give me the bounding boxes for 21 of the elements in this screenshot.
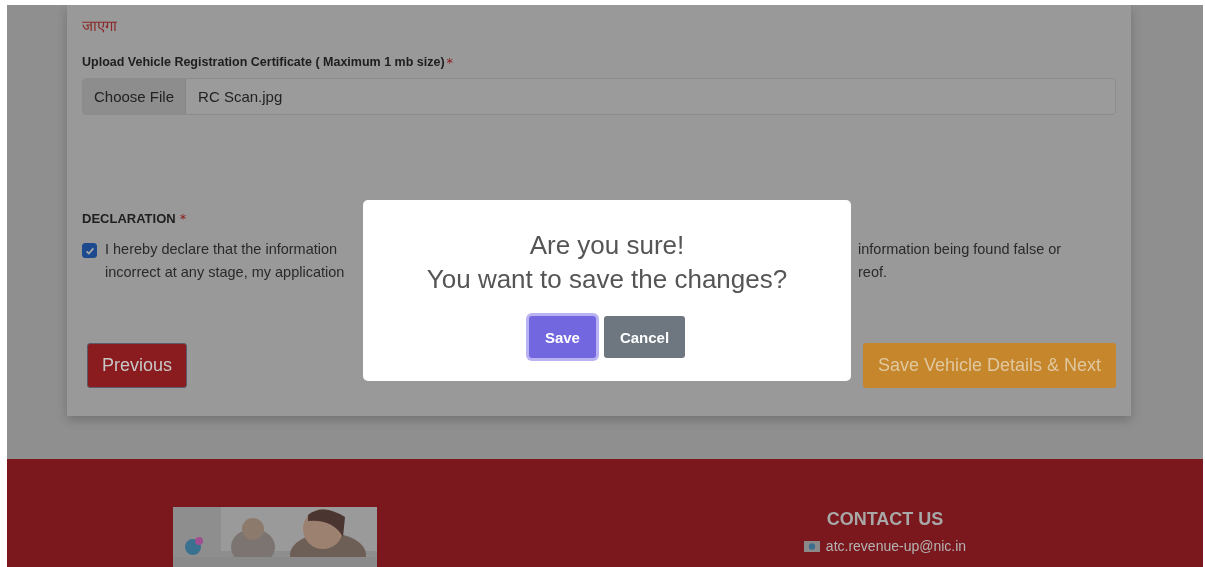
- contact-heading: CONTACT US: [826, 509, 944, 530]
- dialog-title: Are you sure!: [529, 229, 685, 262]
- file-name: RC Scan.jpg: [197, 87, 284, 107]
- declaration-text: reof.: [858, 263, 888, 282]
- checkbox[interactable]: [82, 243, 97, 258]
- previous-button[interactable]: Previous: [87, 343, 188, 388]
- required-mark: *: [446, 55, 454, 70]
- dialog-message: You want to save the changes?: [426, 263, 788, 296]
- declaration-heading: DECLARATION: [82, 211, 176, 226]
- save-button[interactable]: Save: [528, 316, 596, 358]
- note-text: जाएगा: [82, 16, 118, 37]
- declaration-text: incorrect at any stage, my application: [105, 263, 346, 282]
- choose-file-button[interactable]: Choose File: [83, 79, 187, 114]
- required-mark: *: [179, 211, 187, 226]
- email-icon: [803, 540, 820, 552]
- file-input-field[interactable]: Choose File RC Scan.jpg: [82, 78, 1116, 115]
- cancel-button[interactable]: Cancel: [603, 316, 686, 358]
- email-link[interactable]: atc.revenue-up@nic.in: [825, 538, 967, 554]
- upload-label: Upload Vehicle Registration Certificate ( Maximum 1 mb size): [82, 55, 445, 70]
- declaration-text: I hereby declare that the information: [105, 240, 339, 259]
- declaration-text: information being found false or: [858, 240, 1062, 259]
